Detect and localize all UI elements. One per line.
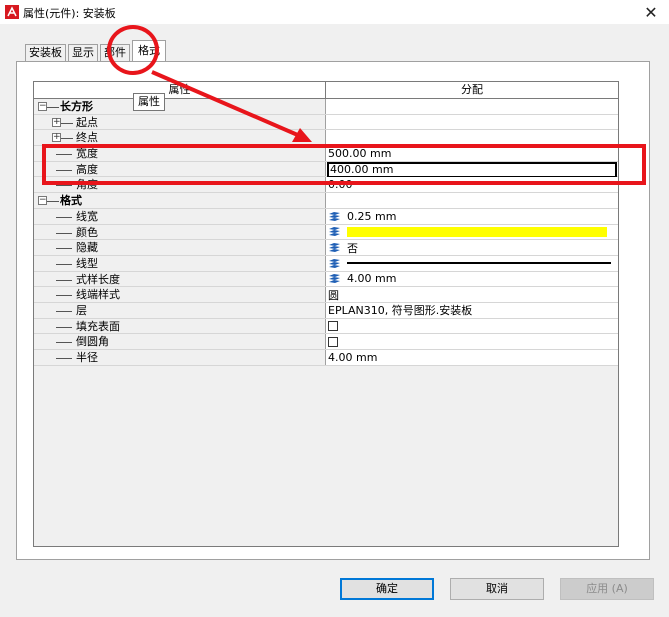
row-layer[interactable]: 层 EPLAN310, 符号图形.安装板 — [34, 302, 618, 319]
header-property[interactable]: 属性 — [34, 82, 326, 99]
row-value[interactable]: 圆 — [328, 287, 339, 303]
annotation-circle — [107, 25, 159, 75]
layer-stack-icon[interactable] — [328, 242, 341, 253]
row-label: 起点 — [76, 115, 98, 129]
collapse-icon[interactable]: − — [38, 196, 47, 206]
row-label: 半径 — [76, 351, 98, 364]
row-value — [326, 99, 618, 114]
row-label: 式样长度 — [76, 272, 120, 286]
collapse-icon[interactable]: − — [38, 102, 47, 111]
row-line-type[interactable]: 线型 — [34, 255, 618, 272]
row-hidden[interactable]: 隐藏 否 — [34, 240, 618, 256]
layer-stack-icon[interactable] — [328, 258, 341, 269]
tab-display[interactable]: 显示 — [68, 44, 98, 62]
close-button[interactable]: ✕ — [633, 0, 669, 24]
row-color[interactable]: 颜色 — [34, 224, 618, 241]
group-row-format[interactable]: − 格式 — [34, 193, 618, 209]
row-label: 倒圆角 — [76, 335, 109, 349]
group-row-rectangle[interactable]: − 长方形 — [34, 99, 618, 115]
row-label: 长方形 — [60, 100, 93, 113]
row-label: 线端样式 — [76, 288, 120, 302]
row-line-width[interactable]: 线宽 0.25 mm — [34, 208, 618, 225]
row-start-point[interactable]: + 起点 — [34, 114, 618, 131]
row-value[interactable]: 否 — [347, 240, 358, 256]
layer-stack-icon[interactable] — [328, 226, 341, 237]
row-value — [326, 193, 618, 208]
layer-stack-icon[interactable] — [328, 273, 341, 284]
ok-button[interactable]: 确定 — [340, 578, 434, 600]
row-value[interactable]: 4.00 mm — [328, 351, 377, 364]
layer-stack-icon[interactable] — [328, 211, 341, 222]
title-bar: 属性(元件): 安装板 ✕ — [0, 0, 669, 24]
row-fill-surface[interactable]: 填充表面 — [34, 318, 618, 335]
window-title: 属性(元件): 安装板 — [23, 7, 116, 20]
close-icon: ✕ — [644, 2, 658, 22]
row-radius[interactable]: 半径 4.00 mm — [34, 350, 618, 366]
row-label: 层 — [76, 303, 87, 317]
expand-icon[interactable]: + — [52, 117, 61, 127]
row-rounded-corners[interactable]: 倒圆角 — [34, 334, 618, 350]
row-label: 线宽 — [76, 209, 98, 223]
row-value[interactable]: EPLAN310, 符号图形.安装板 — [328, 302, 472, 318]
row-pattern-length[interactable]: 式样长度 4.00 mm — [34, 271, 618, 288]
row-line-end-style[interactable]: 线端样式 圆 — [34, 287, 618, 303]
color-swatch[interactable] — [347, 226, 607, 237]
line-type-sample[interactable] — [347, 262, 611, 265]
rounded-corners-checkbox[interactable] — [328, 336, 338, 347]
header-value[interactable]: 分配 — [326, 82, 618, 99]
tab-mounting-plate[interactable]: 安装板 — [25, 44, 66, 62]
tooltip: 属性 — [133, 93, 165, 111]
row-value — [326, 114, 618, 130]
grid-header: 属性 分配 — [34, 82, 618, 99]
apply-button[interactable]: 应用 (A) — [560, 578, 654, 600]
row-label: 填充表面 — [76, 319, 120, 333]
grid-rows: − 长方形 + 起点 + 终点 宽度 500.00 mm 高度 400.00 m… — [34, 99, 618, 366]
row-value[interactable]: 4.00 mm — [347, 272, 396, 285]
cancel-button[interactable]: 取消 — [450, 578, 544, 600]
row-value[interactable]: 0.25 mm — [347, 210, 396, 223]
expand-icon[interactable]: + — [52, 133, 61, 143]
row-label: 隐藏 — [76, 241, 98, 255]
row-label: 颜色 — [76, 225, 98, 239]
fill-surface-checkbox[interactable] — [328, 320, 338, 331]
row-label: 线型 — [76, 256, 98, 270]
app-logo-icon — [5, 5, 19, 19]
annotation-rectangle — [42, 144, 646, 185]
row-value — [326, 130, 618, 146]
row-label: 格式 — [60, 194, 82, 208]
